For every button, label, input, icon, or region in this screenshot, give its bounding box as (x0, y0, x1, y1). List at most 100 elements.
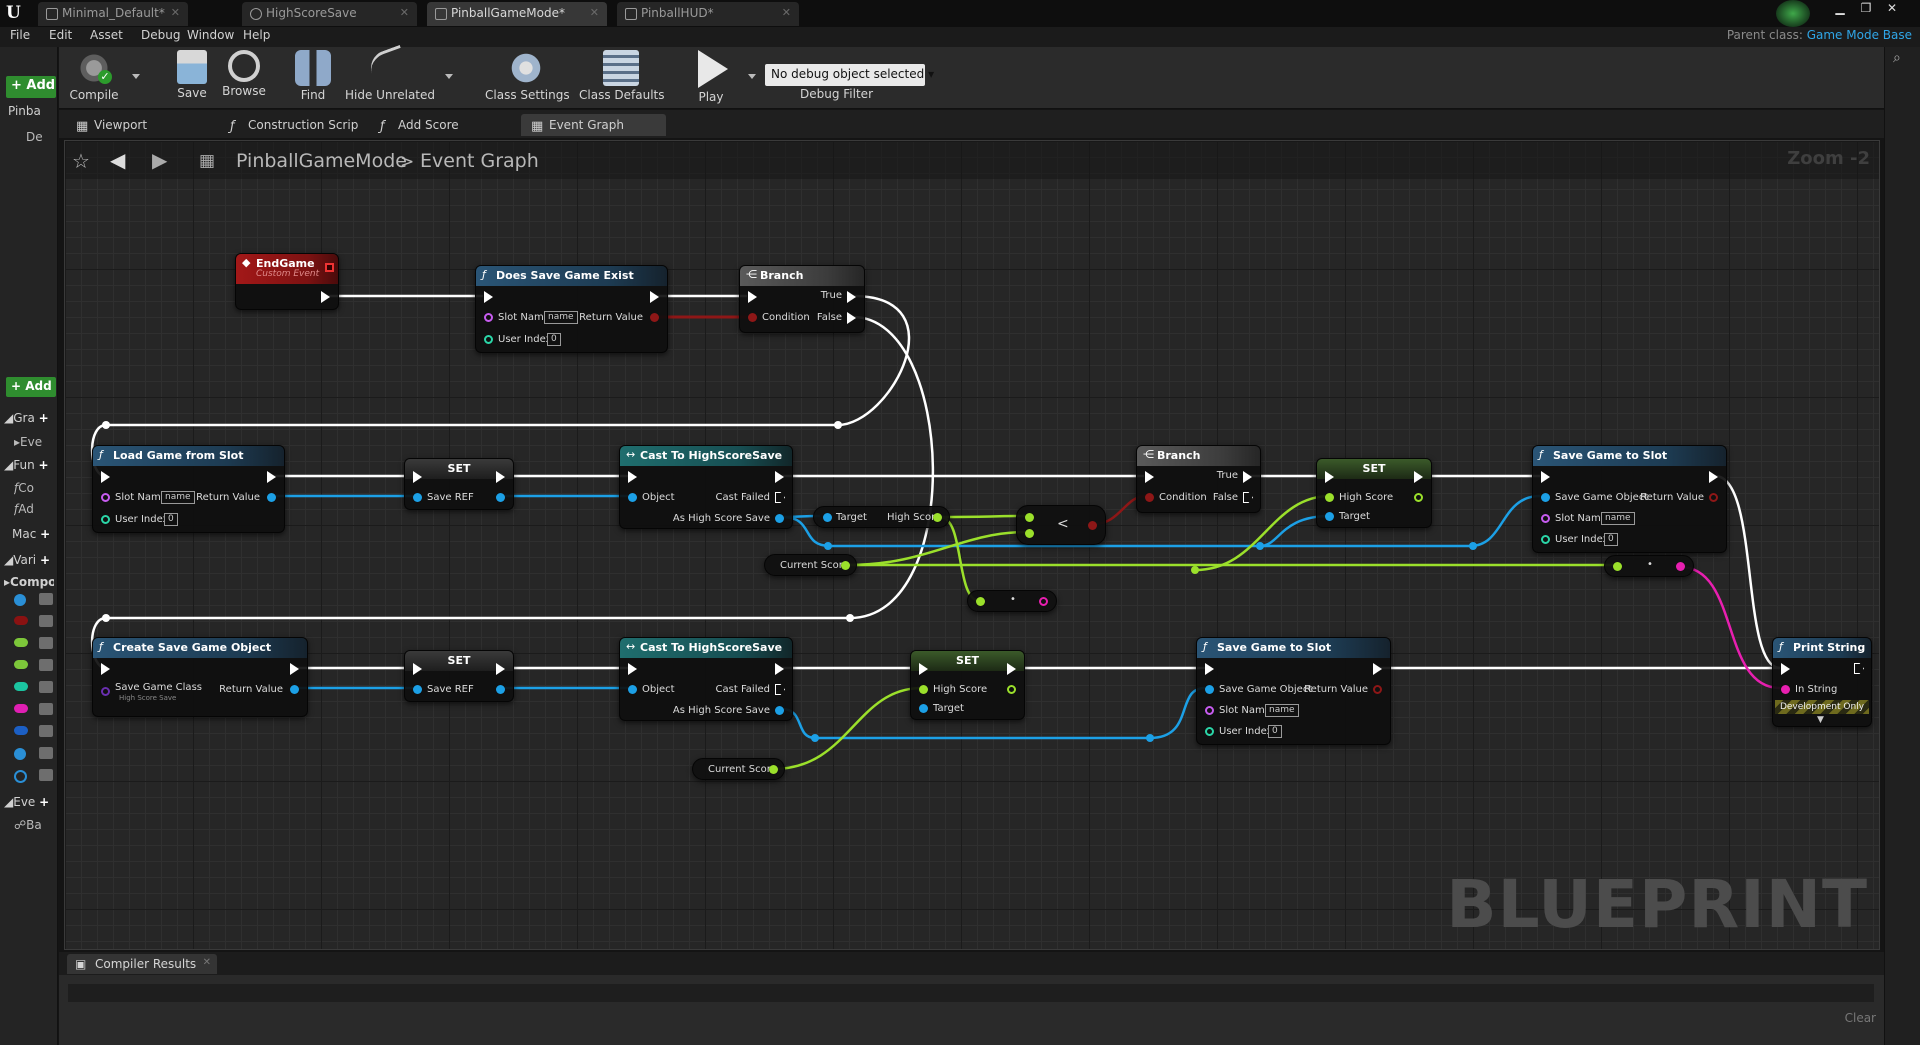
save-game-object-pin[interactable] (1541, 493, 1550, 502)
back-arrow-icon[interactable]: ◀ (110, 148, 125, 172)
node-set-save-ref-1[interactable]: SET Save REF (404, 458, 514, 510)
current-score-out-pin[interactable] (841, 561, 850, 570)
return-value-pin[interactable] (1373, 685, 1382, 694)
node-branch-1[interactable]: ⋲ Branch True Condition False (739, 265, 865, 333)
a-pin[interactable] (1025, 513, 1034, 522)
expand-arrow-icon[interactable]: ▼ (1817, 715, 1824, 725)
exec-in-pin[interactable] (484, 291, 493, 303)
slot-name-pin[interactable] (101, 493, 110, 502)
high-score-pin[interactable] (1325, 493, 1334, 502)
node-cast-to-highscoresave-2[interactable]: ↔ Cast To HighScoreSave Object Cast Faile… (619, 637, 793, 721)
object-pin[interactable] (628, 685, 637, 694)
node-less-than[interactable]: < (1016, 505, 1106, 545)
exec-out-pin[interactable] (775, 663, 784, 675)
as-high-score-save-pin[interactable] (775, 706, 784, 715)
user-index-pin[interactable] (1541, 535, 1550, 544)
node-to-string-1[interactable]: • (1604, 555, 1694, 577)
exec-in-pin[interactable] (101, 663, 110, 675)
slot-name-pin[interactable] (484, 313, 493, 322)
exec-out-pin[interactable] (496, 663, 505, 675)
close-icon[interactable]: ✕ (203, 957, 211, 968)
node-print-string[interactable]: ƒ Print String In String Development Only… (1772, 637, 1872, 727)
breadcrumb-blueprint[interactable]: PinballGameMode (236, 150, 407, 172)
exec-out-pin[interactable] (1854, 663, 1864, 674)
slot-name-pin[interactable] (1205, 706, 1214, 715)
exec-in-pin[interactable] (1205, 663, 1214, 675)
result-pin[interactable] (1088, 521, 1097, 530)
string-out-pin[interactable] (1039, 597, 1048, 606)
user-index-pin[interactable] (484, 335, 493, 344)
save-ref-pin[interactable] (413, 493, 422, 502)
node-set-high-score-2[interactable]: SET High Score Target (910, 650, 1025, 720)
exec-out-pin[interactable] (1007, 663, 1016, 675)
favorite-star-icon[interactable]: ☆ (72, 149, 90, 173)
true-exec-pin[interactable] (1243, 471, 1252, 483)
search-icon[interactable]: ⌕ (1893, 50, 1901, 66)
false-exec-pin[interactable] (1243, 492, 1253, 503)
exec-out-pin[interactable] (267, 471, 276, 483)
high-score-out-pin[interactable] (1414, 493, 1423, 502)
slot-name-input[interactable]: name (544, 311, 578, 324)
b-pin[interactable] (1025, 529, 1034, 538)
exec-out-pin[interactable] (496, 471, 505, 483)
exec-in-pin[interactable] (1781, 663, 1790, 675)
user-index-input[interactable]: 0 (1604, 533, 1618, 546)
as-high-score-save-pin[interactable] (775, 514, 784, 523)
return-value-pin[interactable] (290, 685, 299, 694)
exec-in-pin[interactable] (919, 663, 928, 675)
exec-out-pin[interactable] (650, 291, 659, 303)
node-load-game-from-slot[interactable]: ƒ Load Game from Slot Slot Name name Retu… (92, 445, 285, 533)
node-save-game-to-slot-2[interactable]: ƒ Save Game to Slot Save Game Object Retu… (1196, 637, 1391, 745)
float-in-pin[interactable] (1613, 562, 1622, 571)
condition-pin[interactable] (748, 313, 757, 322)
slot-name-pin[interactable] (1541, 514, 1550, 523)
node-cast-to-highscoresave-1[interactable]: ↔ Cast To HighScoreSave Object Cast Faile… (619, 445, 793, 529)
cast-failed-pin[interactable] (775, 684, 785, 695)
target-pin[interactable] (919, 704, 928, 713)
node-set-save-ref-2[interactable]: SET Save REF (404, 650, 514, 702)
exec-out-pin[interactable] (321, 291, 330, 303)
exec-out-pin[interactable] (1373, 663, 1382, 675)
user-index-input[interactable]: 0 (547, 333, 561, 346)
node-set-high-score-1[interactable]: SET High Score Target (1316, 458, 1432, 528)
exec-out-pin[interactable] (1709, 471, 1718, 483)
condition-pin[interactable] (1145, 493, 1154, 502)
exec-out-pin[interactable] (290, 663, 299, 675)
node-save-game-to-slot-1[interactable]: ƒ Save Game to Slot Save Game Object Retu… (1532, 445, 1727, 553)
save-ref-out-pin[interactable] (496, 493, 505, 502)
exec-in-pin[interactable] (628, 663, 637, 675)
node-end-game[interactable]: ◆ EndGame Custom Event (235, 253, 339, 310)
exec-in-pin[interactable] (1145, 471, 1154, 483)
delegate-pin[interactable] (325, 263, 334, 272)
slot-name-input[interactable]: name (161, 491, 195, 504)
current-score-out-pin[interactable] (769, 765, 778, 774)
in-string-pin[interactable] (1781, 685, 1790, 694)
user-index-input[interactable]: 0 (164, 513, 178, 526)
target-pin[interactable] (1325, 512, 1334, 521)
target-pin[interactable] (823, 513, 832, 522)
node-create-save-game-object[interactable]: ƒ Create Save Game Object Save Game Class… (92, 637, 308, 717)
node-branch-2[interactable]: ⋲ Branch True Condition False (1136, 445, 1261, 513)
node-current-score-2[interactable]: Current Score (692, 758, 785, 780)
user-index-pin[interactable] (101, 515, 110, 524)
cast-failed-pin[interactable] (775, 492, 785, 503)
exec-in-pin[interactable] (413, 663, 422, 675)
save-ref-pin[interactable] (413, 685, 422, 694)
node-does-save-game-exist[interactable]: ƒ Does Save Game Exist Slot Name name Ret… (475, 265, 668, 353)
exec-out-pin[interactable] (775, 471, 784, 483)
forward-arrow-icon[interactable]: ▶ (152, 148, 167, 172)
exec-in-pin[interactable] (1325, 471, 1334, 483)
high-score-out-pin[interactable] (1007, 685, 1016, 694)
high-score-out-pin[interactable] (933, 513, 942, 522)
exec-in-pin[interactable] (1541, 471, 1550, 483)
node-current-score-1[interactable]: Current Score (764, 554, 857, 576)
exec-in-pin[interactable] (628, 471, 637, 483)
save-game-class-pin[interactable] (101, 687, 110, 696)
node-to-string-2[interactable]: • (967, 590, 1057, 612)
high-score-pin[interactable] (919, 685, 928, 694)
return-value-pin[interactable] (650, 313, 659, 322)
object-pin[interactable] (628, 493, 637, 502)
exec-in-pin[interactable] (413, 471, 422, 483)
user-index-pin[interactable] (1205, 727, 1214, 736)
exec-in-pin[interactable] (748, 291, 757, 303)
